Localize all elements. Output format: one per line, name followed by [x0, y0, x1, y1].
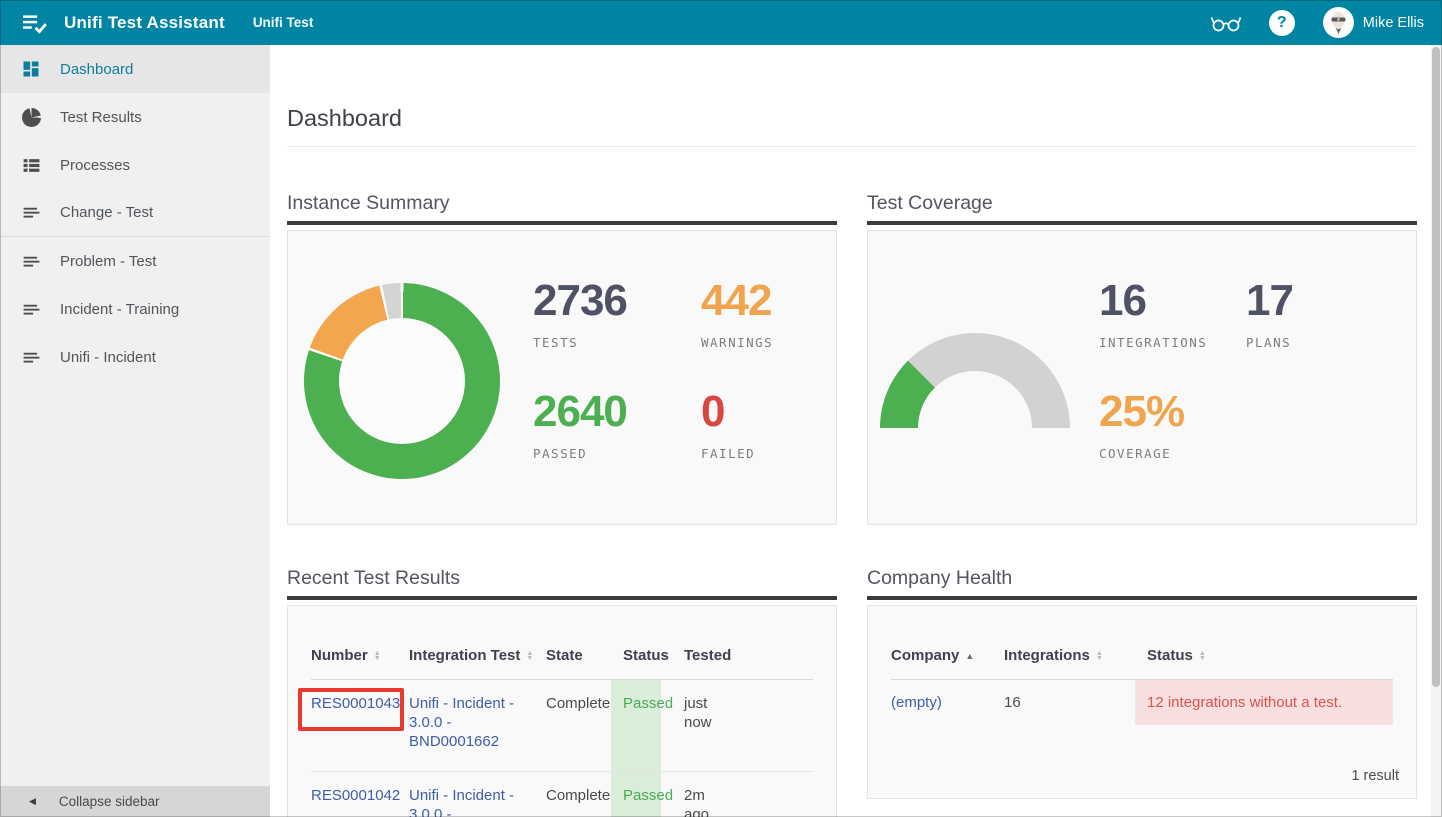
instance-summary-title: Instance Summary: [287, 191, 837, 215]
sort-icon: ▲▼: [1199, 651, 1206, 661]
sidebar-item-incident-training[interactable]: Incident - Training: [0, 285, 270, 333]
instance-summary-donut-chart: [304, 283, 500, 479]
app-title: Unifi Test Assistant: [64, 13, 225, 33]
company-link[interactable]: (empty): [891, 693, 942, 712]
instance-summary-section: Instance Summary 2736 TESTS 442 WARNINGS…: [287, 191, 837, 525]
column-header-number[interactable]: Number ▲▼: [311, 647, 409, 664]
stat-integrations: 16 INTEGRATIONS: [1099, 277, 1246, 350]
collapse-arrow-icon: ◀: [29, 796, 36, 807]
stat-passed: 2640 PASSED: [533, 388, 701, 461]
state-cell: Complete: [546, 680, 611, 771]
recent-test-results-section: Recent Test Results Number ▲▼ Integratio…: [287, 566, 837, 817]
result-number-link[interactable]: RES0001043: [311, 695, 400, 712]
sidebar-item-label: Problem - Test: [60, 253, 156, 270]
column-header-integration-test[interactable]: Integration Test ▲▼: [409, 647, 546, 664]
sidebar-item-change-test[interactable]: Change - Test: [0, 189, 270, 237]
sidebar-item-label: Unifi - Incident: [60, 349, 156, 366]
table-row: RES0001043 Unifi - Incident - 3.0.0 - BN…: [311, 680, 813, 772]
instance-name: Unifi Test: [253, 15, 314, 30]
playlist-check-menu-icon[interactable]: [20, 10, 50, 36]
table-row: (empty) 16 12 integrations without a tes…: [891, 680, 1393, 725]
integrations-cell: 16: [1004, 680, 1135, 725]
company-health-section: Company Health Company ▲ Integrations ▲▼: [867, 566, 1417, 799]
stat-warnings: 442 WARNINGS: [701, 277, 773, 350]
recent-test-results-card: Number ▲▼ Integration Test ▲▼ State Stat…: [287, 605, 837, 817]
instance-summary-card: 2736 TESTS 442 WARNINGS 2640 PASSED 0 FA…: [287, 230, 837, 525]
column-header-status[interactable]: Status: [611, 647, 669, 664]
integration-test-link[interactable]: Unifi - Incident - 3.0.0 -: [409, 787, 514, 817]
help-icon[interactable]: ?: [1269, 10, 1295, 36]
notes-icon: [19, 345, 43, 369]
sidebar-item-label: Processes: [60, 157, 130, 174]
notes-icon: [19, 201, 43, 225]
company-health-card: Company ▲ Integrations ▲▼ Status ▲▼: [867, 605, 1417, 799]
user-name: Mike Ellis: [1363, 15, 1424, 31]
stat-tests: 2736 TESTS: [533, 277, 701, 350]
sidebar-item-test-results[interactable]: Test Results: [0, 93, 270, 141]
recent-test-results-title: Recent Test Results: [287, 566, 837, 590]
sidebar-item-label: Test Results: [60, 109, 142, 126]
result-number-link[interactable]: RES0001042: [311, 787, 400, 804]
sort-icon: ▲▼: [1096, 651, 1103, 661]
company-health-title: Company Health: [867, 566, 1417, 590]
results-table-header: Number ▲▼ Integration Test ▲▼ State Stat…: [311, 632, 813, 680]
collapse-sidebar-label: Collapse sidebar: [59, 794, 160, 809]
sort-icon: ▲▼: [526, 651, 533, 661]
test-coverage-section: Test Coverage 16 INTEGRATIONS 17 PLANS: [867, 191, 1417, 525]
integration-test-link[interactable]: Unifi - Incident - 3.0.0 - BND0001662: [409, 695, 514, 750]
stat-failed: 0 FAILED: [701, 388, 773, 461]
main-content: Dashboard Instance Summary 2736 TESTS 44…: [270, 45, 1432, 817]
status-cell: Passed: [611, 680, 661, 771]
vertical-scrollbar: [1431, 45, 1442, 817]
stat-plans: 17 PLANS: [1246, 277, 1293, 350]
scrollbar-thumb[interactable]: [1432, 47, 1440, 687]
user-avatar[interactable]: [1323, 7, 1354, 38]
tested-cell: 2m ago: [669, 772, 813, 817]
notes-icon: [19, 249, 43, 273]
list-icon: [19, 153, 43, 177]
notes-icon: [19, 297, 43, 321]
sort-icon: ▲▼: [374, 651, 381, 661]
sidebar-item-dashboard[interactable]: Dashboard: [0, 45, 270, 93]
test-coverage-card: 16 INTEGRATIONS 17 PLANS 25% COVERAGE: [867, 230, 1417, 525]
section-underline: [287, 596, 837, 600]
section-underline: [287, 221, 837, 225]
pie-chart-icon: [19, 105, 43, 129]
section-underline: [867, 596, 1417, 600]
top-app-bar: Unifi Test Assistant Unifi Test ? Mike E…: [0, 0, 1442, 45]
sidebar: Dashboard Test Results Processes Change …: [0, 45, 270, 817]
sidebar-item-label: Incident - Training: [60, 301, 179, 318]
coverage-gauge-chart: [880, 333, 1070, 428]
column-header-status[interactable]: Status ▲▼: [1135, 647, 1393, 664]
stat-coverage: 25% COVERAGE: [1099, 388, 1246, 461]
sidebar-item-label: Dashboard: [60, 61, 133, 78]
sidebar-item-label: Change - Test: [60, 204, 153, 221]
sidebar-item-unifi-incident[interactable]: Unifi - Incident: [0, 333, 270, 381]
dashboard-icon: [19, 57, 43, 81]
result-count: 1 result: [1351, 768, 1399, 784]
title-divider: [287, 146, 1417, 147]
sidebar-item-problem-test[interactable]: Problem - Test: [0, 237, 270, 285]
page-title: Dashboard: [287, 103, 1432, 133]
table-row: RES0001042 Unifi - Incident - 3.0.0 - Co…: [311, 772, 813, 817]
health-table-header: Company ▲ Integrations ▲▼ Status ▲▼: [891, 632, 1393, 680]
collapse-sidebar-button[interactable]: ◀ Collapse sidebar: [0, 786, 270, 817]
health-status-cell: 12 integrations without a test.: [1135, 680, 1393, 725]
column-header-tested[interactable]: Tested: [669, 647, 813, 664]
column-header-integrations[interactable]: Integrations ▲▼: [1004, 647, 1135, 664]
column-header-state[interactable]: State: [546, 647, 611, 664]
section-underline: [867, 221, 1417, 225]
state-cell: Complete: [546, 772, 611, 817]
test-coverage-title: Test Coverage: [867, 191, 1417, 215]
sidebar-item-processes[interactable]: Processes: [0, 141, 270, 189]
column-header-company[interactable]: Company ▲: [891, 647, 1004, 664]
sort-ascending-icon: ▲: [965, 651, 974, 661]
status-cell: Passed: [611, 772, 661, 817]
glasses-icon[interactable]: [1209, 10, 1243, 36]
tested-cell: just now: [669, 680, 813, 771]
